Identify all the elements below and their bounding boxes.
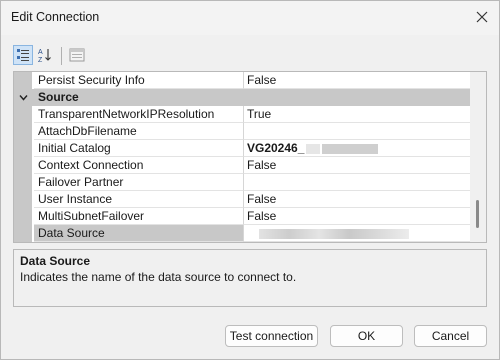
property-name: AttachDbFilename [34, 123, 246, 140]
property-value[interactable] [243, 225, 474, 242]
property-row[interactable]: Failover Partner [14, 174, 474, 191]
scrollbar-thumb[interactable] [476, 200, 479, 228]
property-pages-button[interactable] [67, 45, 87, 65]
category-label: Source [38, 90, 79, 104]
property-name: Context Connection [34, 157, 246, 174]
property-row[interactable]: User Instance False [14, 191, 474, 208]
close-button[interactable] [469, 5, 495, 29]
categorized-button[interactable] [13, 45, 33, 65]
cancel-button[interactable]: Cancel [414, 325, 487, 347]
redacted-text [322, 143, 379, 154]
redacted-text [259, 228, 409, 239]
toolbar-separator [61, 47, 62, 65]
property-value[interactable]: False [243, 157, 474, 174]
property-row[interactable]: Initial Catalog VG20246_ [14, 140, 474, 157]
alphabetical-button[interactable]: A Z [35, 45, 55, 65]
initial-catalog-value: VG20246_ [247, 141, 305, 155]
property-pages-icon [69, 48, 85, 62]
property-name: Data Source [34, 225, 246, 242]
property-name: MultiSubnetFailover [34, 208, 246, 225]
property-value[interactable]: False [243, 72, 474, 89]
categorized-view-icon [17, 49, 29, 61]
chevron-down-icon[interactable] [19, 93, 28, 102]
property-row-selected[interactable]: Data Source [14, 225, 474, 242]
ok-button[interactable]: OK [330, 325, 403, 347]
property-row[interactable]: TransparentNetworkIPResolution True [14, 106, 474, 123]
title-bar: Edit Connection [1, 1, 499, 35]
property-value[interactable] [243, 123, 474, 140]
window-title: Edit Connection [11, 10, 100, 24]
edit-connection-dialog: Edit Connection A Z Persist Security Inf… [0, 0, 500, 360]
property-row[interactable]: Context Connection False [14, 157, 474, 174]
redacted-text [306, 143, 321, 154]
property-row[interactable]: Persist Security Info False [14, 72, 474, 89]
close-icon [476, 11, 488, 23]
property-value[interactable]: True [243, 106, 474, 123]
property-row[interactable]: AttachDbFilename [14, 123, 474, 140]
property-row[interactable]: MultiSubnetFailover False [14, 208, 474, 225]
property-name: Persist Security Info [34, 72, 246, 89]
category-row-source[interactable]: Source [14, 89, 470, 106]
property-name: Initial Catalog [34, 140, 246, 157]
vertical-scrollbar[interactable] [470, 72, 486, 242]
property-grid-toolbar: A Z [13, 45, 493, 67]
description-text: Indicates the name of the data source to… [20, 270, 297, 284]
alphabetical-sort-icon: A Z [38, 49, 51, 63]
svg-text:Z: Z [38, 57, 43, 63]
property-name: User Instance [34, 191, 246, 208]
property-grid[interactable]: Persist Security Info False Source Trans… [13, 71, 487, 243]
description-panel: Data Source Indicates the name of the da… [13, 249, 487, 307]
property-value[interactable]: False [243, 208, 474, 225]
test-connection-button[interactable]: Test connection [225, 325, 318, 347]
description-title: Data Source [20, 254, 91, 268]
svg-text:A: A [38, 49, 43, 56]
property-value[interactable]: VG20246_ [243, 140, 474, 157]
property-name: Failover Partner [34, 174, 246, 191]
property-name: TransparentNetworkIPResolution [34, 106, 246, 123]
property-value[interactable]: False [243, 191, 474, 208]
property-value[interactable] [243, 174, 474, 191]
